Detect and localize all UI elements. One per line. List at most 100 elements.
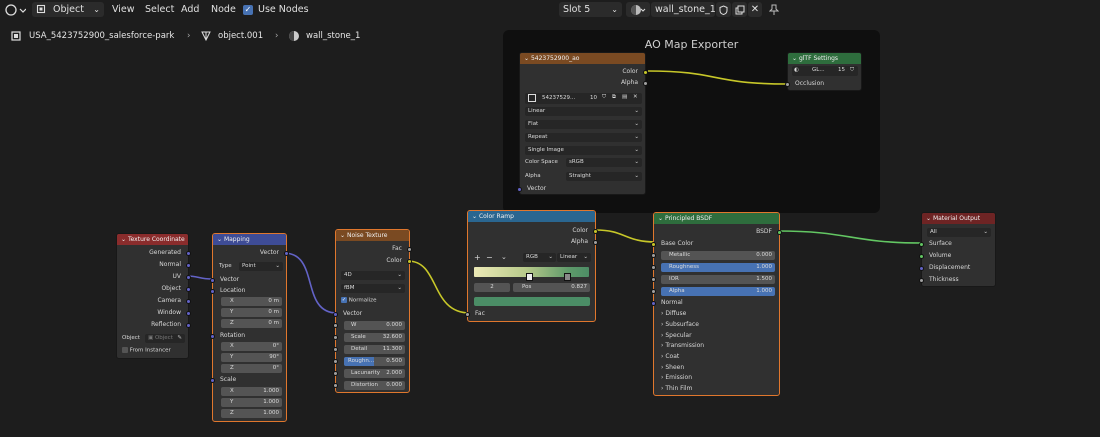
shield-icon[interactable]: ⛉ <box>602 93 606 102</box>
node-header[interactable]: ⌄ Texture Coordinate <box>117 234 188 245</box>
node-header[interactable]: ⌄ Mapping <box>213 234 286 245</box>
input-w-socket[interactable] <box>333 323 338 328</box>
output-alpha-socket[interactable] <box>593 240 598 245</box>
rotation-z-field[interactable]: Z 0° <box>221 364 282 373</box>
w-field[interactable]: W 0.000 <box>344 321 405 330</box>
input-vector-socket[interactable] <box>333 312 338 317</box>
output-object-socket[interactable] <box>186 287 191 292</box>
output-color-socket[interactable] <box>407 259 412 264</box>
mapping-node[interactable]: ⌄ Mapping Vector Type Point ⌄ Vector Loca… <box>210 233 289 422</box>
extension-dropdown[interactable]: Repeat ⌄ <box>525 133 642 142</box>
shield-icon[interactable]: ⛉ <box>850 66 854 75</box>
ramp-stop-handle[interactable] <box>526 273 533 281</box>
output-color-socket[interactable] <box>643 70 648 75</box>
stop-index-field[interactable]: 2 <box>474 283 510 292</box>
input-occlusion-socket[interactable] <box>785 82 790 87</box>
material-output-node[interactable]: ⌄ Material Output All ⌄ Surface Volume Di… <box>919 212 996 287</box>
remove-stop-button[interactable]: − <box>486 253 493 262</box>
panel-sheen[interactable]: › Sheen <box>654 363 779 373</box>
input-rotation-socket[interactable] <box>210 334 215 339</box>
node-header[interactable]: ⌄ Principled BSDF <box>654 213 779 224</box>
normalize-checkbox[interactable]: ✓ Normalize <box>341 297 376 304</box>
output-uv-socket[interactable] <box>186 275 191 280</box>
ramp-interpolation-dropdown[interactable]: Linear ⌄ <box>557 253 591 262</box>
input-surface-socket[interactable] <box>919 242 924 247</box>
scale-field[interactable]: Scale 32.600 <box>344 333 405 342</box>
location-x-field[interactable]: X0 m <box>221 297 282 306</box>
output-reflection-socket[interactable] <box>186 323 191 328</box>
output-vector-socket[interactable] <box>284 251 289 256</box>
color-ramp-node[interactable]: ⌄ Color Ramp Color Alpha + − ⌄ RGB ⌄ Line… <box>465 210 598 322</box>
panel-thin-film[interactable]: › Thin Film <box>654 384 779 394</box>
node-group-selector[interactable]: ◐ GL... 15 ⛉ <box>792 66 858 76</box>
from-instancer-checkbox[interactable]: From Instancer <box>122 347 171 354</box>
target-dropdown[interactable]: All ⌄ <box>927 228 991 237</box>
input-detail-socket[interactable] <box>333 347 338 352</box>
input-roughness-socket[interactable] <box>651 265 656 270</box>
metallic-field[interactable]: Metallic 0.000 <box>661 251 775 260</box>
input-vector-socket[interactable] <box>517 187 522 192</box>
group-name[interactable]: GL... <box>812 66 825 75</box>
ior-field[interactable]: IOR 1.500 <box>661 275 775 284</box>
input-alpha-socket[interactable] <box>651 289 656 294</box>
input-volume-socket[interactable] <box>919 254 924 259</box>
input-roughness-socket[interactable] <box>333 359 338 364</box>
rotation-x-field[interactable]: X 0° <box>221 342 282 351</box>
location-y-field[interactable]: Y0 m <box>221 308 282 317</box>
panel-transmission[interactable]: › Transmission <box>654 341 779 351</box>
input-normal-socket[interactable] <box>651 301 656 306</box>
roughness-field[interactable]: Roughness 1.000 <box>661 263 775 272</box>
image-texture-node[interactable]: ⌄ 5423752900_ao Color Alpha 54237529... … <box>517 52 648 195</box>
mapping-type-dropdown[interactable]: Point ⌄ <box>239 262 283 271</box>
input-location-socket[interactable] <box>210 289 215 294</box>
dimensions-dropdown[interactable]: 4D ⌄ <box>341 271 405 280</box>
rotation-y-field[interactable]: Y 90° <box>221 353 282 362</box>
image-selector[interactable]: 54237529... 10 ⛉ ⧉ ▤ ✕ <box>525 93 642 104</box>
close-icon[interactable]: ✕ <box>633 93 638 102</box>
projection-dropdown[interactable]: Flat ⌄ <box>525 120 642 129</box>
principled-bsdf-node[interactable]: ⌄ Principled BSDF BSDF Base Color Metall… <box>651 212 782 396</box>
object-picker[interactable]: ▣ Object ✎ <box>145 334 185 343</box>
eyedropper-icon[interactable]: ✎ <box>177 334 182 343</box>
ramp-stop-handle-active[interactable] <box>564 273 571 281</box>
output-normal-socket[interactable] <box>186 263 191 268</box>
input-scale-socket[interactable] <box>333 335 338 340</box>
input-vector-socket[interactable] <box>210 278 215 283</box>
output-color-socket[interactable] <box>593 229 598 234</box>
input-lacunarity-socket[interactable] <box>333 371 338 376</box>
texture-coordinate-node[interactable]: ⌄ Texture Coordinate Generated Normal UV… <box>116 233 191 359</box>
panel-specular[interactable]: › Specular <box>654 331 779 341</box>
panel-diffuse[interactable]: › Diffuse <box>654 309 779 319</box>
output-generated-socket[interactable] <box>186 251 191 256</box>
color-space-dropdown[interactable]: sRGB ⌄ <box>566 158 642 167</box>
detail-field[interactable]: Detail 11.300 <box>344 345 405 354</box>
scale-y-field[interactable]: Y 1.000 <box>221 398 282 407</box>
panel-coat[interactable]: › Coat <box>654 352 779 362</box>
output-camera-socket[interactable] <box>186 299 191 304</box>
stop-position-field[interactable]: Pos 0.827 <box>513 283 590 292</box>
node-header[interactable]: ⌄ Color Ramp <box>468 211 595 222</box>
gltf-settings-node[interactable]: ⌄ glTF Settings ◐ GL... 15 ⛉ Occlusion <box>785 52 862 91</box>
lacunarity-field[interactable]: Lacunarity 2.000 <box>344 369 405 378</box>
node-header[interactable]: ⌄ Noise Texture <box>336 230 409 241</box>
open-folder-icon[interactable]: ▤ <box>622 93 627 102</box>
image-name[interactable]: 54237529... <box>542 94 575 103</box>
node-header[interactable]: ⌄ Material Output <box>922 213 995 224</box>
input-ior-socket[interactable] <box>651 277 656 282</box>
input-thickness-socket[interactable] <box>919 278 924 283</box>
node-header[interactable]: ⌄ 5423752900_ao <box>520 53 645 64</box>
alpha-field[interactable]: Alpha 1.000 <box>661 287 775 296</box>
output-fac-socket[interactable] <box>407 247 412 252</box>
stop-color-swatch[interactable] <box>474 297 590 306</box>
alpha-mode-dropdown[interactable]: Straight ⌄ <box>566 172 642 181</box>
input-scale-socket[interactable] <box>210 378 215 383</box>
input-base-color-socket[interactable] <box>651 242 656 247</box>
chevron-down-icon[interactable]: ⌄ <box>501 253 507 261</box>
output-alpha-socket[interactable] <box>643 81 648 86</box>
distortion-field[interactable]: Distortion 0.000 <box>344 381 405 390</box>
noise-texture-node[interactable]: ⌄ Noise Texture Fac Color 4D ⌄ fBM ⌄ ✓ Nor… <box>333 229 412 393</box>
source-dropdown[interactable]: Single Image ⌄ <box>525 146 642 155</box>
output-window-socket[interactable] <box>186 311 191 316</box>
input-metallic-socket[interactable] <box>651 253 656 258</box>
location-z-field[interactable]: Z0 m <box>221 319 282 328</box>
